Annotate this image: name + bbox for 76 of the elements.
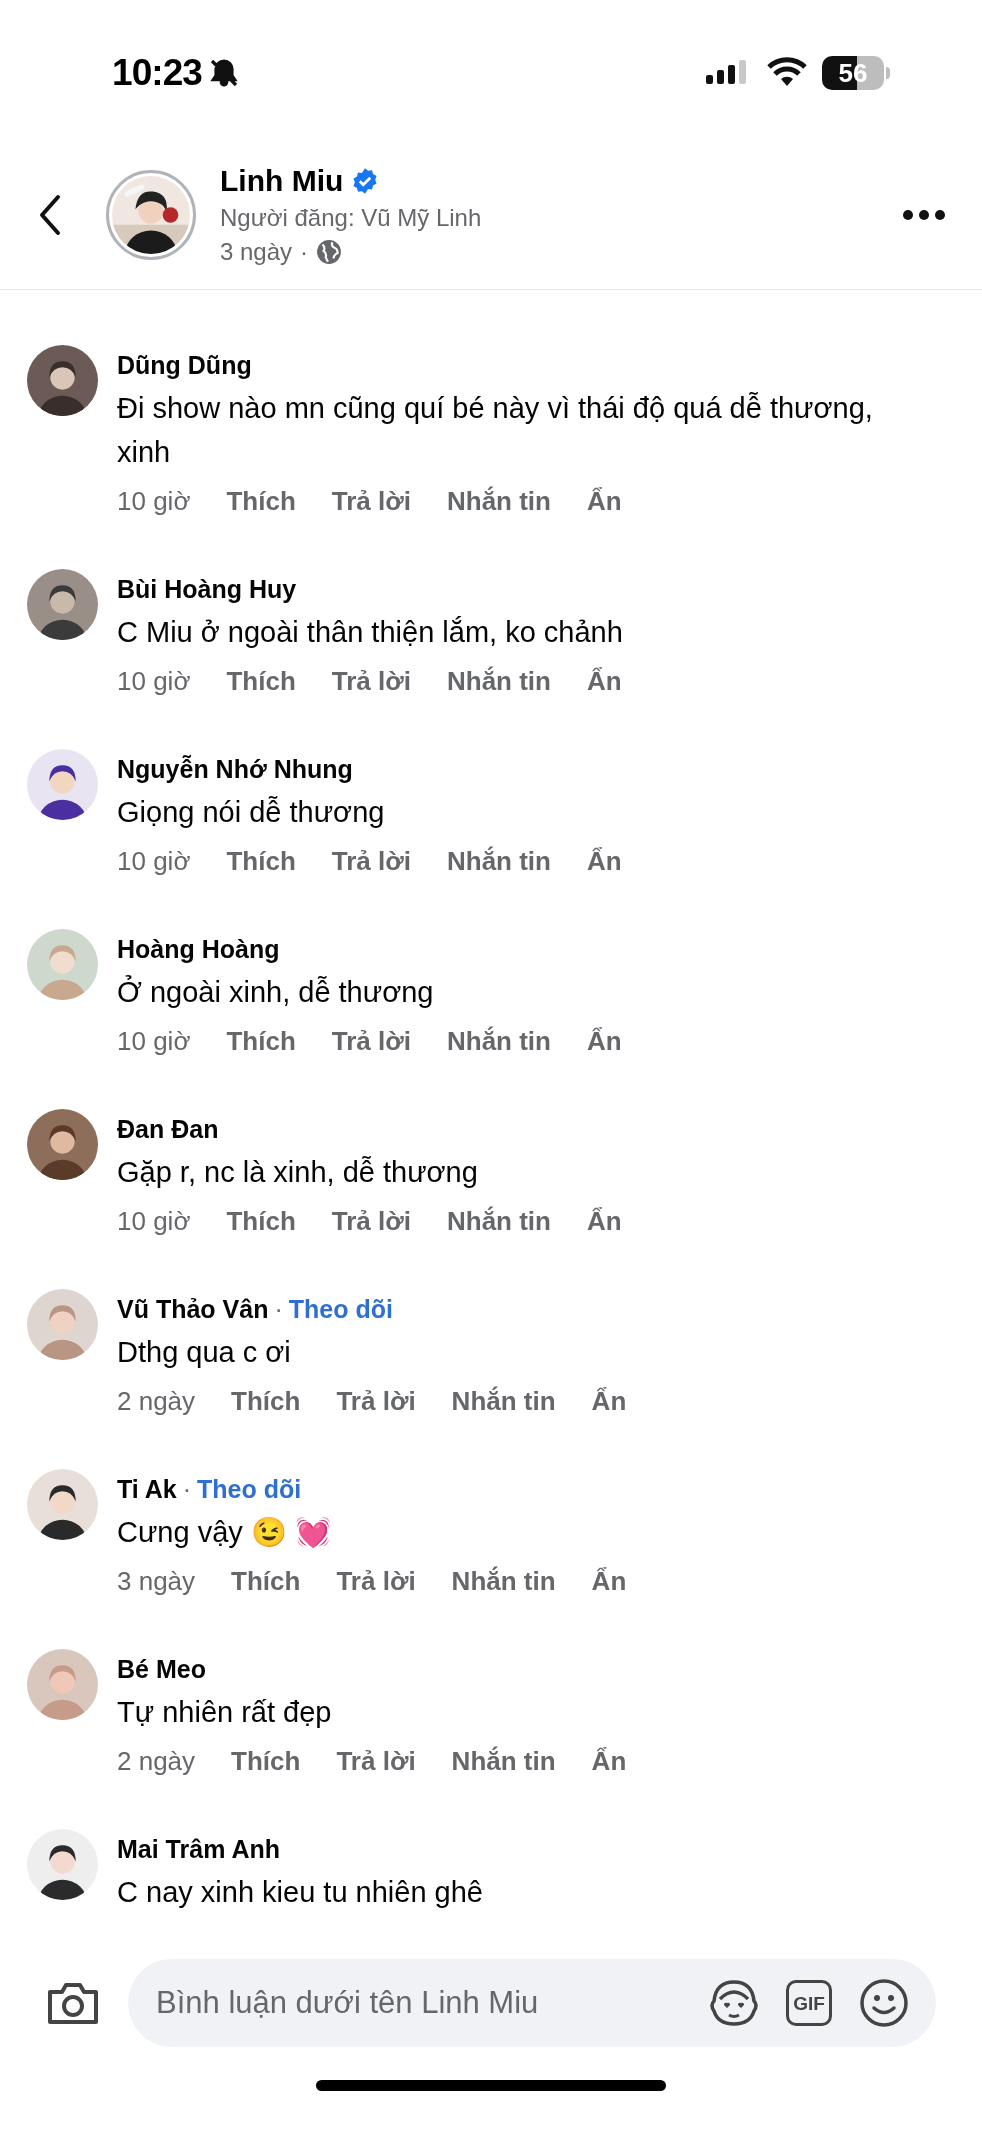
emoji-icon[interactable] (858, 1977, 910, 2029)
commenter-name[interactable]: Nguyễn Nhớ Nhung (117, 749, 353, 790)
comment-action-link[interactable]: Nhắn tin (451, 1382, 556, 1420)
bell-off-icon (208, 57, 240, 89)
comment-action-link[interactable]: Thích (231, 1742, 301, 1780)
comment-text: Giọng nói dễ thương (117, 795, 386, 830)
comment-time: 10 giờ (117, 1205, 191, 1238)
comment-action-link[interactable]: Ẩn (586, 842, 622, 880)
gif-button[interactable]: GIF (786, 1980, 832, 2026)
comment-text: C nay xinh kieu tu nhiên ghê (117, 1875, 483, 1910)
commenter-name[interactable]: Dũng Dũng (117, 345, 252, 386)
more-icon[interactable] (902, 208, 946, 221)
commenter-name[interactable]: Ti Ak (117, 1469, 177, 1510)
comment-action-link[interactable]: Thích (231, 1562, 301, 1600)
comment-action-link[interactable]: Ẩn (591, 1562, 627, 1600)
status-time: 10:23 (112, 51, 202, 96)
comment-action-link[interactable]: Nhắn tin (446, 1202, 551, 1240)
post-time: 3 ngày (220, 236, 293, 267)
comment-action-link[interactable]: Trả lời (331, 842, 411, 880)
comment-text: Dthg qua c ơi (117, 1335, 292, 1370)
commenter-name[interactable]: Bé Meo (117, 1649, 206, 1690)
separator-dot: · (182, 1474, 192, 1505)
comment-action-link[interactable]: Ẩn (591, 1742, 627, 1780)
follow-link[interactable]: Theo dõi (288, 1289, 393, 1330)
comment-action-link[interactable]: Thích (231, 1382, 301, 1420)
separator-dot: · (300, 236, 309, 267)
comment-action-link[interactable]: Ẩn (591, 1382, 627, 1420)
comment-text: Tự nhiên rất đẹp (117, 1695, 333, 1730)
comment-time: 10 giờ (117, 665, 191, 698)
poster-name: Người đăng: Vũ Mỹ Linh (220, 202, 482, 233)
comment-action-link[interactable]: Trả lời (336, 1562, 416, 1600)
comment-action-link[interactable]: Trả lời (331, 662, 411, 700)
comment-action-link[interactable]: Trả lời (336, 1382, 416, 1420)
comment-action-link[interactable]: Thích (226, 1202, 296, 1240)
camera-icon[interactable] (46, 1980, 100, 2026)
follow-link[interactable]: Theo dõi (197, 1469, 302, 1510)
comment-action-link[interactable]: Trả lời (331, 1202, 411, 1240)
comment-time: 10 giờ (117, 485, 191, 518)
comment-action-link[interactable]: Ẩn (586, 482, 622, 520)
comment-action-link[interactable]: Nhắn tin (446, 1022, 551, 1060)
comment-action-link[interactable]: Thích (226, 1022, 296, 1060)
comment-action-link[interactable]: Trả lời (331, 1022, 411, 1060)
comment-action-link[interactable]: Nhắn tin (446, 842, 551, 880)
commenter-name[interactable]: Bùi Hoàng Huy (117, 569, 297, 610)
sticker-icon[interactable] (708, 1977, 760, 2029)
comment-action-link[interactable]: Ẩn (586, 1202, 622, 1240)
comment-text: Gặp r, nc là xinh, dễ thương (117, 1155, 479, 1190)
commenter-name[interactable]: Vũ Thảo Vân (117, 1289, 269, 1330)
comment-action-link[interactable]: Ẩn (586, 1022, 622, 1060)
globe-icon (316, 238, 343, 265)
profile-avatar[interactable] (106, 169, 196, 260)
comment-action-link[interactable]: Nhắn tin (451, 1562, 556, 1600)
separator-dot: · (274, 1294, 283, 1325)
comment-action-link[interactable]: Trả lời (336, 1742, 416, 1780)
comment-action-link[interactable]: Thích (226, 482, 296, 520)
page-title[interactable]: Linh Miu (220, 160, 344, 201)
comment-action-link[interactable]: Ẩn (586, 662, 622, 700)
comment-action-link[interactable]: Nhắn tin (446, 482, 551, 520)
comment-time: 10 giờ (117, 845, 191, 878)
commenter-name[interactable]: Đan Đan (117, 1109, 219, 1150)
commenter-name[interactable]: Mai Trâm Anh (117, 1829, 280, 1870)
commenter-name[interactable]: Hoàng Hoàng (117, 929, 280, 970)
comment-action-link[interactable]: Trả lời (331, 482, 411, 520)
comment-time: 2 ngày (117, 1745, 196, 1778)
comment-action-link[interactable]: Nhắn tin (451, 1742, 556, 1780)
comment-text: Ở ngoài xinh, dễ thương (117, 974, 435, 1010)
comment-time: 10 giờ (117, 1025, 191, 1058)
comment-action-link[interactable]: Nhắn tin (446, 662, 551, 700)
comment-time: 3 ngày (117, 1565, 196, 1598)
comment-action-link[interactable]: Thích (226, 662, 296, 700)
comment-input[interactable]: Bình luận dưới tên Linh Miu GIF (128, 1959, 936, 2047)
comment-time: 2 ngày (117, 1385, 196, 1418)
comment-text: C Miu ở ngoài thân thiện lắm, ko chảnh (117, 615, 623, 650)
comment-action-link[interactable]: Thích (226, 842, 296, 880)
comment-text: Đi show nào mn cũng quí bé này vì thái độ quá dễ thương, xinh (117, 391, 874, 470)
comment-text: Cưng vậy 😉 💓 (117, 1515, 332, 1550)
